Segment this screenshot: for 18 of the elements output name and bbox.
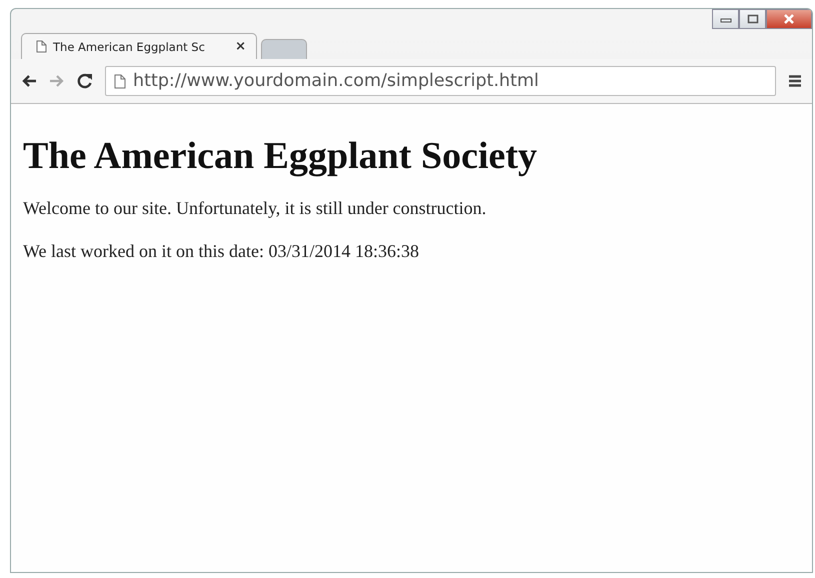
paragraph: Welcome to our site. Unfortunately, it is still under construction. [23,198,488,219]
maximize-icon [746,14,758,24]
tab-title: The American Eggplant Sc [53,40,205,54]
address-bar[interactable]: http://www.yourdomain.com/simplescript.html [105,66,776,96]
page-icon [114,74,126,88]
page-icon [36,40,47,53]
paragraph: We last worked on it on this date: 03/31/2014 18:36:38 [23,241,420,262]
menu-icon[interactable] [788,74,802,88]
page-heading: The American Eggplant Society [23,134,538,178]
close-button[interactable] [766,9,812,29]
browser-tab[interactable]: The American Eggplant Sc × [21,33,257,59]
reload-icon[interactable] [77,73,93,89]
url-text: http://www.yourdomain.com/simplescript.html [133,71,539,91]
minimize-button[interactable] [712,9,739,29]
close-icon [783,14,795,24]
back-icon[interactable] [21,74,37,88]
tab-close-button[interactable]: × [235,39,246,54]
maximize-button[interactable] [739,9,766,29]
